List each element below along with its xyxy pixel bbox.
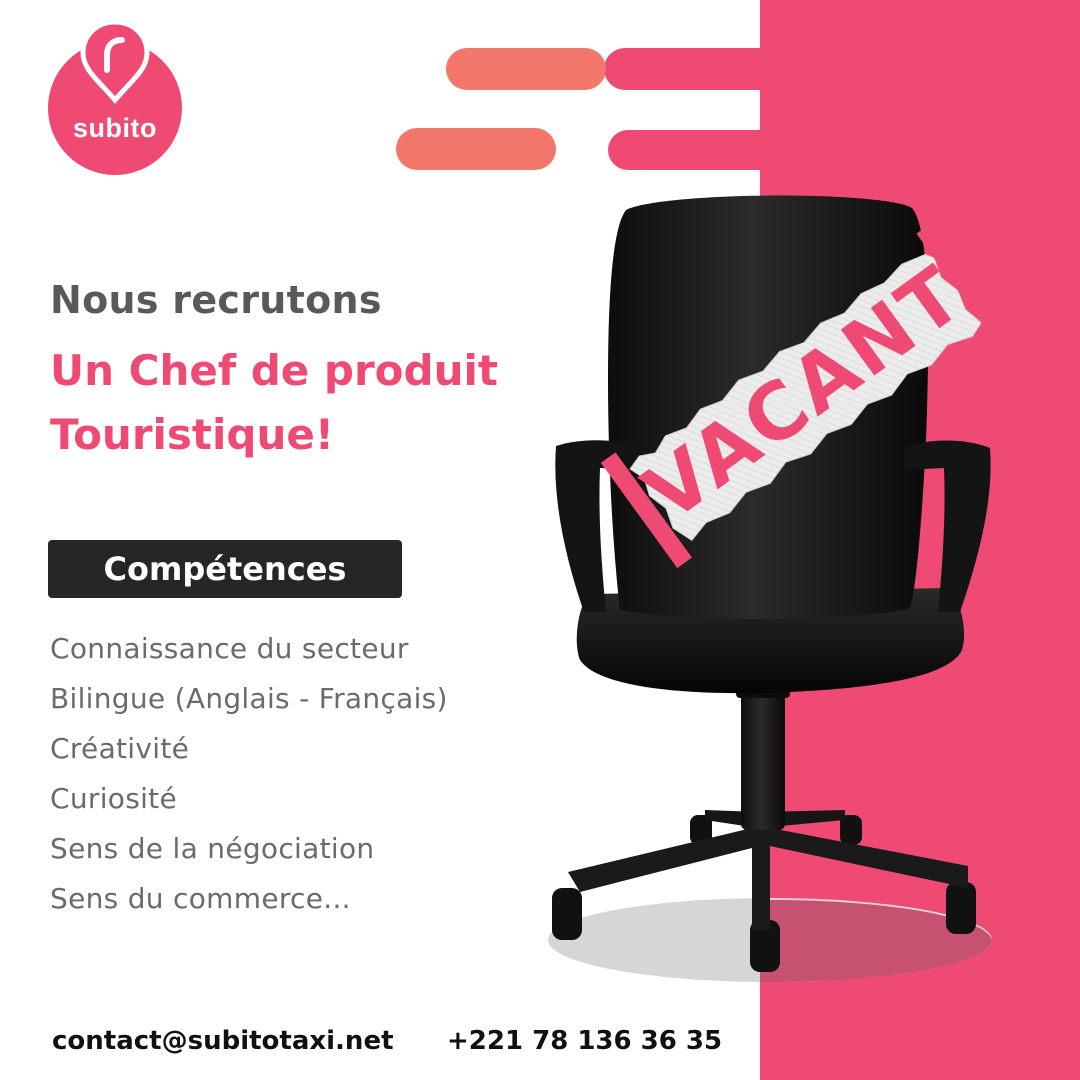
skills-heading-badge: Compétences (48, 540, 402, 598)
skills-heading: Compétences (103, 550, 347, 588)
brand-name: subito (73, 113, 157, 143)
speed-line-top (446, 48, 606, 90)
skill-item: Sens de la négociation (50, 832, 375, 865)
position-title-line1: Un Chef de produit (50, 346, 498, 395)
contact-email[interactable]: contact@subitotaxi.net (52, 1026, 394, 1056)
skill-item: Bilingue (Anglais - Français) (50, 682, 448, 715)
contact-phone[interactable]: +221 78 136 36 35 (447, 1026, 722, 1056)
skill-item: Sens du commerce... (50, 882, 351, 915)
position-title-line2: Touristique! (50, 410, 335, 459)
skill-item: Curiosité (50, 782, 177, 815)
skill-item: Connaissance du secteur (50, 632, 409, 665)
brand-logo (48, 19, 182, 175)
speed-line-bottom (396, 128, 556, 170)
headline: Nous recrutons (50, 278, 382, 322)
skill-item: Créativité (50, 732, 190, 765)
